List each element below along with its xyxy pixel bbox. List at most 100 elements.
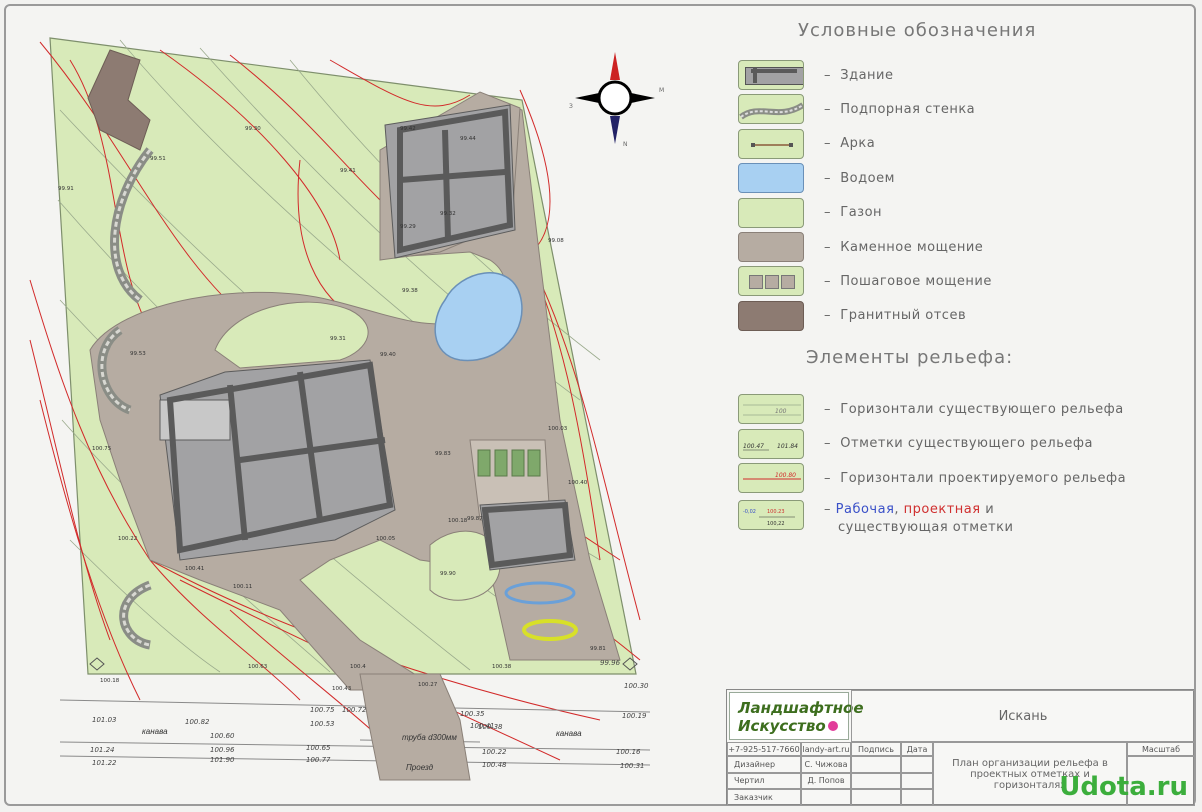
spot-level: 100.18 bbox=[100, 678, 120, 684]
spot-level: 100.40 bbox=[568, 480, 588, 486]
spot-level: 100.03 bbox=[548, 426, 568, 432]
tb-person: Д. Попов bbox=[801, 772, 851, 790]
legend-row-steps: – Пошаговое мощение bbox=[738, 264, 992, 298]
spot-level: 99.40 bbox=[380, 352, 396, 358]
spot-level: 100.27 bbox=[418, 682, 438, 688]
road-level: 101.24 bbox=[90, 746, 115, 754]
legend-label: – Подпорная стенка bbox=[824, 101, 976, 117]
road-level: 101.03 bbox=[92, 716, 117, 724]
website: landy-art.ru bbox=[801, 742, 851, 756]
kanava-left-label: канава bbox=[142, 727, 168, 736]
scale-label: Масштаб bbox=[1127, 742, 1195, 756]
relief-row-last: -0,02 100.23 100,22 – Рабочая, проектная… bbox=[738, 500, 1014, 535]
spot-level: 99.53 bbox=[130, 351, 146, 357]
legend-row-wall: – Подпорная стенка bbox=[738, 92, 975, 126]
swatch-arch bbox=[738, 128, 804, 159]
spot-level: 99.81 bbox=[590, 646, 606, 652]
phone: +7-925-517-7660 bbox=[727, 742, 801, 756]
proezd-label: Проезд bbox=[406, 763, 434, 772]
road-level: 100.19 bbox=[622, 712, 647, 720]
spot-level: 99.41 bbox=[340, 168, 356, 174]
road-level: 100.77 bbox=[306, 756, 331, 764]
label-exist: существующая отметки bbox=[838, 520, 1014, 535]
spot-level: 100.41 bbox=[185, 566, 204, 572]
relief-label: – Горизонтали существующего рельефа bbox=[824, 401, 1124, 417]
road-level: 100.60 bbox=[210, 732, 235, 740]
relief-row-1: 100.47 101.84 – Отметки существующего рель… bbox=[738, 427, 1093, 461]
road-level: 101.22 bbox=[92, 759, 117, 767]
svg-text:100,22: 100,22 bbox=[767, 521, 785, 527]
road-level: 100.82 bbox=[185, 718, 210, 726]
swatch-wall bbox=[738, 94, 804, 125]
spot-level: 99.30 bbox=[245, 126, 261, 132]
legend-row-building: – Здание bbox=[738, 58, 894, 92]
legend-row-granite: – Гранитный отсев bbox=[738, 299, 966, 333]
relief-label: – Горизонтали проектируемого рельефа bbox=[824, 470, 1127, 486]
col-date: Дата bbox=[901, 742, 933, 756]
swatch-pond bbox=[738, 163, 804, 194]
tb-role: Дизайнер bbox=[727, 756, 801, 773]
legend-label: – Пошаговое мощение bbox=[824, 273, 992, 289]
spot-level: 99.38 bbox=[402, 288, 418, 294]
svg-text:100.80: 100.80 bbox=[775, 472, 796, 479]
company-logo: Ландшафтное Искусство bbox=[729, 692, 864, 740]
svg-text:101.84: 101.84 bbox=[777, 443, 798, 450]
compass-w: З bbox=[569, 103, 573, 110]
compass-e: M bbox=[659, 87, 664, 94]
legend-label: – Гранитный отсев bbox=[824, 308, 967, 324]
road-level: 100.38 bbox=[478, 723, 503, 731]
relief-swatch: 100 bbox=[738, 394, 804, 424]
swatch-spot-levels: -0,02 100.23 100,22 bbox=[738, 500, 804, 530]
spot-level: 99.08 bbox=[548, 238, 564, 244]
svg-text:-0,02: -0,02 bbox=[743, 509, 756, 515]
road-level: 100.53 bbox=[310, 720, 335, 728]
svg-text:100.47: 100.47 bbox=[743, 443, 764, 450]
spot-level: 99.44 bbox=[460, 136, 476, 142]
legend-row-pond: – Водоем bbox=[738, 161, 895, 195]
swatch-lawn bbox=[738, 197, 804, 228]
spot-level: 99.29 bbox=[400, 224, 416, 230]
legend-label: – Газон bbox=[824, 205, 883, 221]
road-level: 100.48 bbox=[482, 761, 507, 769]
legend-label: – Каменное мощение bbox=[824, 239, 984, 255]
relief-swatch: 100.80 bbox=[738, 463, 804, 493]
road-level: 100.30 bbox=[624, 682, 649, 690]
road-level: 100.65 bbox=[306, 744, 331, 752]
road-level: 100.35 bbox=[460, 710, 485, 718]
spot-level: 99.91 bbox=[58, 186, 74, 192]
tb-person bbox=[801, 789, 851, 806]
truba-label: труба d300мм bbox=[402, 733, 457, 742]
spot-level: 100.11 bbox=[233, 584, 252, 590]
legend-label: – Здание bbox=[824, 67, 894, 83]
spot-level: 100.4 bbox=[350, 664, 366, 670]
tb-role: Заказчик bbox=[727, 789, 801, 806]
relief-row-2: 100.80 – Горизонтали проектируемого релье… bbox=[738, 461, 1126, 495]
tb-role: Чертил bbox=[727, 772, 801, 790]
spot-level: 99.90 bbox=[440, 571, 456, 577]
legend-label: – Водоем bbox=[824, 170, 895, 186]
label-proj: проектная bbox=[903, 502, 981, 517]
spot-level: 99.51 bbox=[150, 156, 166, 162]
relief-row-0: 100 – Горизонтали существующего рельефа bbox=[738, 392, 1124, 426]
spot-level: 100.63 bbox=[248, 664, 268, 670]
road-level: 100.16 bbox=[616, 748, 641, 756]
spot-level: 100.43 bbox=[332, 686, 352, 692]
spot-level: 100.05 bbox=[376, 536, 396, 542]
spot-level: 100.22 bbox=[118, 536, 137, 542]
label-work: Рабочая bbox=[835, 502, 895, 517]
spot-level: 100.18 bbox=[448, 518, 468, 524]
swatch-building bbox=[738, 60, 804, 90]
road-level: 100.96 bbox=[210, 746, 235, 754]
road-level: 99.96 bbox=[600, 659, 621, 667]
legend-row-arch: – Арка bbox=[738, 127, 875, 161]
compass-s: N bbox=[623, 141, 628, 148]
legend-title: Условные обозначения bbox=[798, 20, 1037, 41]
legend-row-lawn: – Газон bbox=[738, 196, 882, 230]
spot-level: 99.31 bbox=[330, 336, 346, 342]
swatch-granite bbox=[738, 300, 804, 331]
spot-level: 99.42 bbox=[400, 126, 416, 132]
svg-text:100: 100 bbox=[775, 408, 787, 415]
legend-label: – Арка bbox=[824, 136, 876, 152]
site-plan: M З N канава канава труба d300мм Проезд … bbox=[29, 37, 664, 781]
project-name: Искань bbox=[851, 690, 1195, 742]
